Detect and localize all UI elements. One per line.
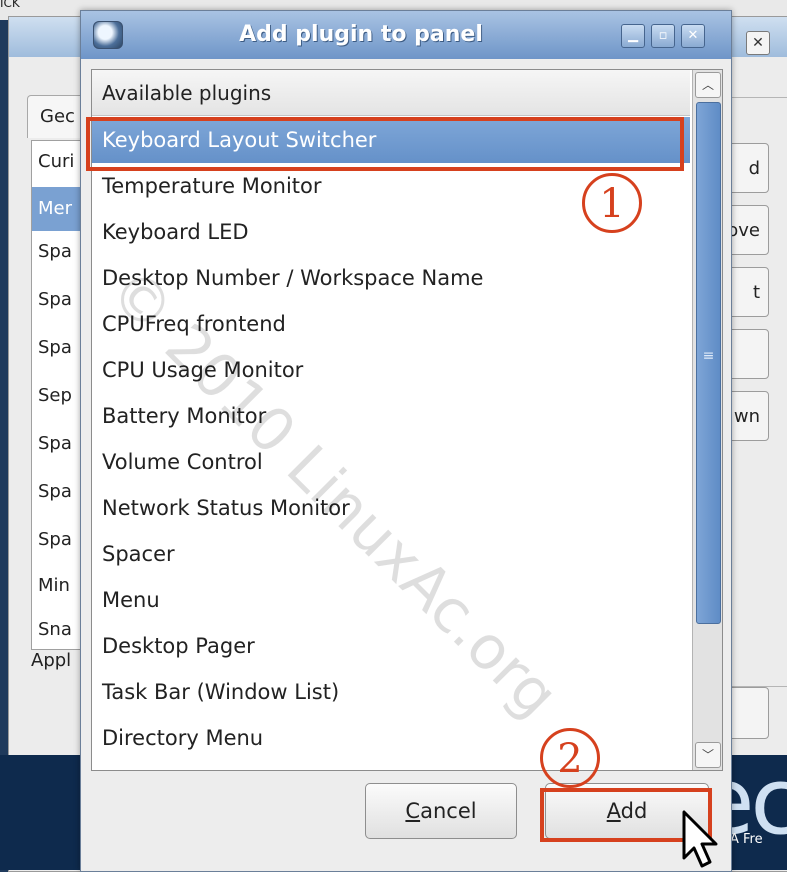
list-item[interactable]: Spa bbox=[38, 289, 72, 310]
list-item[interactable]: Task Bar (Window List) bbox=[92, 669, 690, 715]
list-item[interactable]: Network Status Monitor bbox=[92, 485, 690, 531]
mouse-cursor-icon bbox=[682, 810, 718, 868]
list-item[interactable]: Sep bbox=[38, 385, 72, 406]
list-item[interactable]: Battery Monitor bbox=[92, 393, 690, 439]
list-item[interactable]: Volume Control bbox=[92, 439, 690, 485]
list-item[interactable]: Menu bbox=[92, 577, 690, 623]
scroll-down-icon[interactable]: ﹀ bbox=[695, 742, 721, 768]
close-icon[interactable]: ✕ bbox=[681, 24, 705, 48]
list-item[interactable]: Sna bbox=[38, 619, 72, 640]
dialog-title: Add plugin to panel bbox=[239, 22, 483, 47]
list-item[interactable]: Spa bbox=[38, 481, 72, 502]
list-item[interactable]: Spacer bbox=[92, 531, 690, 577]
cancel-button[interactable]: Cancel bbox=[365, 783, 517, 839]
scroll-up-icon[interactable]: ︿ bbox=[695, 72, 721, 98]
background-window-close-button[interactable]: ✕ bbox=[746, 31, 770, 55]
cancel-mnemonic: C bbox=[405, 799, 421, 823]
wallpaper-tagline: A Fre bbox=[730, 832, 763, 847]
list-item[interactable]: Spa bbox=[38, 241, 72, 262]
list-item[interactable]: Curi bbox=[38, 151, 74, 172]
list-item[interactable]: Desktop Number / Workspace Name bbox=[92, 255, 690, 301]
minimize-icon[interactable]: ▁ bbox=[621, 24, 645, 48]
list-item[interactable]: CPU Usage Monitor bbox=[92, 347, 690, 393]
step-2-marker: 2 bbox=[540, 728, 600, 788]
list-item[interactable]: Spa bbox=[38, 337, 72, 358]
maximize-icon[interactable]: ▫ bbox=[651, 24, 675, 48]
list-item[interactable]: Min bbox=[38, 575, 70, 596]
plugin-list-frame: Available plugins Keyboard Layout Switch… bbox=[91, 69, 723, 771]
cancel-label: ancel bbox=[420, 799, 477, 823]
scroll-grip-icon: ≡ bbox=[702, 348, 715, 364]
list-item[interactable]: Spa bbox=[38, 529, 72, 550]
list-column-header[interactable]: Available plugins bbox=[92, 70, 690, 116]
list-item[interactable]: CPUFreq frontend bbox=[92, 301, 690, 347]
dialog-titlebar[interactable]: Add plugin to panel ▁ ▫ ✕ bbox=[81, 11, 731, 59]
highlight-box-step1 bbox=[86, 117, 684, 171]
step-1-marker: 1 bbox=[582, 173, 642, 233]
desktop-top-text: ICK bbox=[0, 0, 20, 10]
applet-label: Appl bbox=[31, 650, 72, 671]
scroll-thumb[interactable]: ≡ bbox=[696, 102, 721, 624]
list-item[interactable]: Spa bbox=[38, 433, 72, 454]
list-item[interactable]: Directory Menu bbox=[92, 715, 690, 761]
vertical-scrollbar[interactable]: ︿ ≡ ﹀ bbox=[692, 70, 722, 770]
list-item[interactable]: Desktop Pager bbox=[92, 623, 690, 669]
